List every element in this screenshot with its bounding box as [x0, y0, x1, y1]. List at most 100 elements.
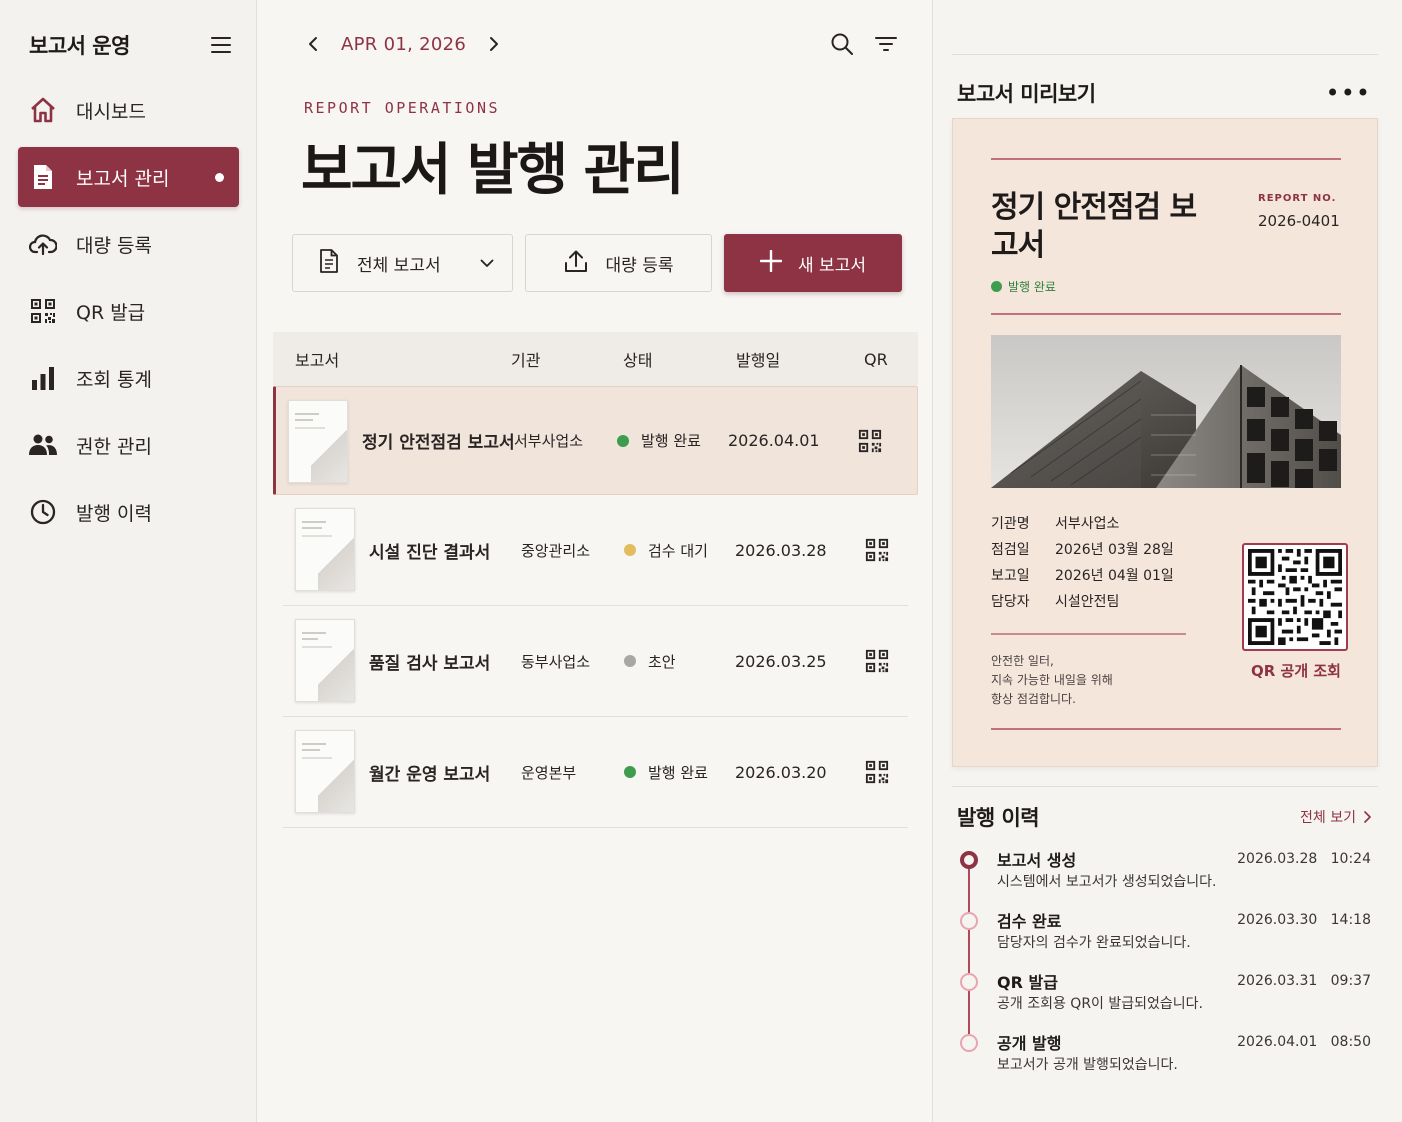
filter-label: 전체 보고서 — [357, 255, 441, 276]
report-date: 2026.03.20 — [735, 762, 827, 782]
qr-code-icon — [29, 297, 57, 325]
qr-code[interactable] — [1242, 543, 1348, 651]
divider — [952, 786, 1378, 787]
timeline-item: 공개 발행 보고서가 공개 발행되었습니다. 2026.04.01 08:50 — [957, 1028, 1371, 1089]
event-title: 검수 완료 — [997, 912, 1062, 931]
column-header[interactable]: 보고서 — [295, 347, 339, 371]
table-row[interactable]: 시설 진단 결과서 중앙관리소 검수 대기 2026.03.28 — [283, 495, 908, 606]
status-badge: 검수 대기 — [624, 495, 708, 605]
date-navigator: APR 01, 2026 — [301, 30, 506, 58]
timeline-item: 보고서 생성 시스템에서 보고서가 생성되었습니다. 2026.03.28 10… — [957, 845, 1371, 906]
report-name: 정기 안전점검 보고서 — [362, 433, 515, 453]
sidebar-item-history[interactable]: 발행 이력 — [18, 482, 239, 542]
app-title: 보고서 운영 — [29, 34, 130, 58]
more-icon[interactable]: ••• — [1326, 81, 1371, 105]
main-content: APR 01, 2026 REPORT OPERATIONS 보고서 발행 관리… — [257, 0, 933, 1122]
event-time: 2026.03.30 14:18 — [1237, 912, 1371, 928]
sidebar-item-dashboard[interactable]: 대시보드 — [18, 80, 239, 140]
sidebar-nav: 대시보드 보고서 관리 대량 등록 QR 발급 조회 통계 권한 관리 발행 이… — [18, 80, 239, 549]
menu-icon[interactable] — [211, 37, 231, 53]
event-time: 2026.03.31 09:37 — [1237, 973, 1371, 989]
table-row[interactable]: 품질 검사 보고서 동부사업소 초안 2026.03.25 — [283, 606, 908, 717]
report-no-label: REPORT NO. — [1258, 193, 1337, 204]
toolbar-icons — [830, 32, 898, 56]
meta-key: 점검일 — [991, 542, 1030, 558]
sidebar-item-reports[interactable]: 보고서 관리 — [18, 147, 239, 207]
event-time: 2026.04.01 08:50 — [1237, 1034, 1371, 1050]
report-date: 2026.04.01 — [728, 431, 820, 450]
meta-value: 시설안전팀 — [1055, 594, 1120, 610]
action-bar: 전체 보고서 대량 등록 새 보고서 — [292, 234, 902, 292]
qr-code-icon[interactable] — [865, 495, 889, 605]
bulk-upload-label: 대량 등록 — [605, 255, 674, 276]
table-row[interactable]: 월간 운영 보고서 운영본부 발행 완료 2026.03.20 — [283, 717, 908, 828]
sidebar-item-stats[interactable]: 조회 통계 — [18, 348, 239, 408]
report-name: 품질 검사 보고서 — [369, 653, 491, 674]
status-badge: 발행 완료 — [617, 387, 701, 494]
preview-panel: 보고서 미리보기 ••• 정기 안전점검 보고서 REPORT NO. 2026… — [933, 0, 1402, 1122]
active-indicator — [215, 173, 224, 182]
qr-public-view-link[interactable]: QR 공개 조회 — [1251, 660, 1341, 681]
timeline-item: QR 발급 공개 조회용 QR이 발급되었습니다. 2026.03.31 09:… — [957, 967, 1371, 1028]
status-dot — [624, 766, 636, 778]
event-description: 보고서가 공개 발행되었습니다. — [997, 1057, 1178, 1073]
sidebar-item-bulk-upload[interactable]: 대량 등록 — [18, 214, 239, 274]
report-thumbnail — [295, 508, 355, 591]
report-org: 중앙관리소 — [521, 541, 591, 560]
new-report-label: 새 보고서 — [798, 255, 866, 276]
chevron-left-icon[interactable] — [301, 30, 325, 58]
event-description: 담당자의 검수가 완료되었습니다. — [997, 935, 1191, 951]
divider — [991, 158, 1341, 160]
upload-icon — [564, 249, 588, 278]
sidebar-item-label: 대량 등록 — [76, 234, 152, 257]
chevron-right-icon[interactable] — [482, 30, 506, 58]
report-preview-card: 정기 안전점검 보고서 REPORT NO. 2026-0401 발행 완료 기… — [952, 118, 1378, 767]
status-dot — [624, 544, 636, 556]
building-photo — [991, 335, 1341, 488]
event-title: 보고서 생성 — [997, 851, 1077, 870]
column-header[interactable]: 발행일 — [736, 347, 780, 371]
search-icon[interactable] — [830, 32, 854, 56]
report-org: 서부사업소 — [514, 432, 584, 450]
report-no: 2026-0401 — [1258, 212, 1340, 230]
report-thumbnail — [288, 400, 348, 483]
event-title: 공개 발행 — [997, 1034, 1062, 1053]
status-dot — [617, 434, 629, 447]
column-header[interactable]: 기관 — [511, 347, 540, 371]
sidebar-item-label: QR 발급 — [76, 301, 146, 324]
sidebar-item-permissions[interactable]: 권한 관리 — [18, 415, 239, 475]
view-all-link[interactable]: 전체 보기 — [1300, 807, 1371, 827]
bulk-upload-button[interactable]: 대량 등록 — [525, 234, 712, 292]
event-title: QR 발급 — [997, 973, 1058, 992]
report-name: 월간 운영 보고서 — [369, 764, 491, 785]
current-date: APR 01, 2026 — [341, 33, 467, 55]
report-org: 운영본부 — [521, 763, 577, 782]
sidebar-item-qr[interactable]: QR 발급 — [18, 281, 239, 341]
timeline-dot — [960, 851, 978, 869]
report-org: 동부사업소 — [521, 652, 591, 671]
sidebar-header: 보고서 운영 — [29, 30, 231, 60]
status-badge: 초안 — [624, 606, 676, 716]
status-badge: 발행 완료 — [624, 717, 708, 827]
new-report-button[interactable]: 새 보고서 — [724, 234, 902, 292]
table-row[interactable]: 정기 안전점검 보고서 서부사업소 발행 완료 2026.04.01 — [273, 386, 918, 495]
chevron-right-icon — [1364, 811, 1371, 823]
qr-code-icon[interactable] — [865, 717, 889, 827]
column-header[interactable]: 상태 — [623, 347, 652, 371]
qr-code-icon[interactable] — [865, 606, 889, 716]
filter-icon[interactable] — [874, 32, 898, 56]
sidebar-item-label: 보고서 관리 — [76, 167, 170, 190]
column-header[interactable]: QR — [864, 350, 888, 369]
sidebar-item-label: 발행 이력 — [76, 502, 152, 525]
event-time: 2026.03.28 10:24 — [1237, 851, 1371, 867]
document-icon — [319, 248, 339, 278]
report-filter-dropdown[interactable]: 전체 보고서 — [292, 234, 513, 292]
meta-key: 기관명 — [991, 516, 1030, 532]
timeline-dot — [960, 912, 978, 930]
document-icon — [29, 163, 57, 191]
status-dot — [624, 655, 636, 667]
sidebar-item-label: 조회 통계 — [76, 368, 152, 391]
report-name: 시설 진단 결과서 — [369, 542, 491, 563]
qr-code-icon[interactable] — [858, 387, 882, 494]
meta-value: 2026년 03월 28일 — [1055, 542, 1174, 558]
